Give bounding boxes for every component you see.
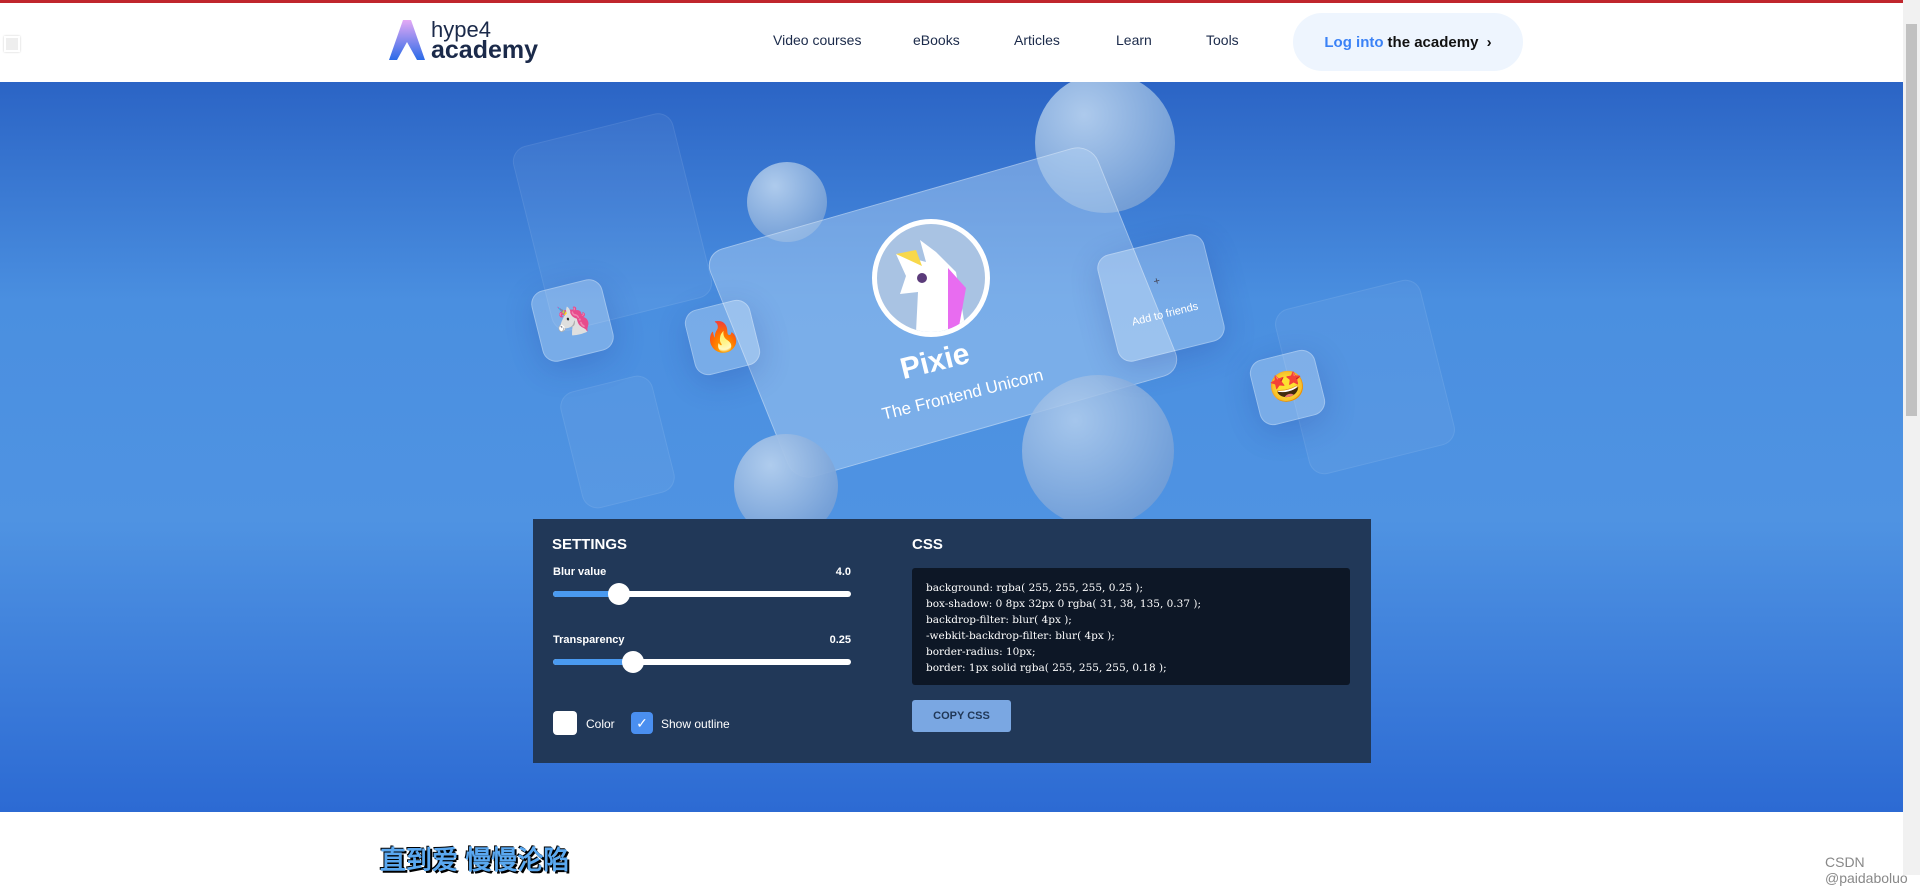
plus-icon: + (1152, 274, 1162, 289)
login-highlight: Log into (1324, 33, 1384, 51)
nav-ebooks[interactable]: eBooks (913, 32, 960, 48)
sphere (1022, 375, 1174, 527)
nav-articles[interactable]: Articles (1014, 32, 1060, 48)
css-code-line: border-radius: 10px; (926, 646, 1036, 658)
settings-panel: SETTINGS Blur value 4.0 Transparency 0.2… (533, 519, 1371, 763)
css-code-line: border: 1px solid rgba( 255, 255, 255, 0… (926, 662, 1167, 674)
show-outline-checkbox[interactable]: ✓ (631, 712, 653, 734)
settings-title: SETTINGS (552, 536, 628, 553)
css-code-block: background: rgba( 255, 255, 255, 0.25 );… (912, 568, 1350, 685)
logo-icon (389, 20, 425, 60)
transparency-value: 0.25 (829, 634, 851, 646)
add-to-friends-label: Add to friends (1130, 300, 1200, 329)
blur-label: Blur value (553, 566, 607, 578)
blur-slider-thumb[interactable] (607, 583, 630, 605)
css-code-line: -webkit-backdrop-filter: blur( 4px ); (926, 630, 1115, 642)
transparency-slider-thumb[interactable] (622, 651, 645, 673)
login-button[interactable]: Log into the academy › (1293, 13, 1523, 71)
color-checkbox[interactable] (553, 711, 577, 735)
footer-heading: 直到爱 慢慢沦陷 (380, 845, 570, 875)
css-title: CSS (912, 536, 943, 553)
color-label: Color (586, 717, 615, 731)
login-rest: the academy (1387, 33, 1479, 51)
scrollbar-thumb[interactable] (1906, 24, 1917, 416)
avatar (872, 219, 990, 337)
fire-icon: 🔥 (700, 316, 745, 359)
blur-slider[interactable] (553, 583, 851, 605)
transparency-slider-fill (553, 659, 634, 665)
star-eyes-icon: 🤩 (1265, 366, 1310, 409)
logo[interactable]: hype4 academy (389, 18, 539, 64)
nav-video-courses[interactable]: Video courses (773, 32, 861, 48)
blur-value: 4.0 (835, 566, 851, 578)
logo-text-bottom: academy (431, 36, 539, 64)
decor-card (556, 372, 679, 512)
css-code-line: box-shadow: 0 8px 32px 0 rgba( 31, 38, 1… (926, 598, 1201, 610)
page-widget[interactable] (4, 36, 20, 52)
show-outline-label: Show outline (661, 717, 730, 731)
check-icon: ✓ (636, 714, 648, 731)
unicorn-icon: 🦄 (550, 299, 595, 342)
nav-learn[interactable]: Learn (1116, 32, 1152, 48)
css-code-line: backdrop-filter: blur( 4px ); (926, 614, 1072, 626)
copy-css-button[interactable]: COPY CSS (912, 700, 1011, 732)
css-code-line: background: rgba( 255, 255, 255, 0.25 ); (926, 582, 1144, 594)
transparency-slider[interactable] (553, 651, 851, 673)
chevron-right-icon: › (1482, 33, 1492, 51)
nav-tools[interactable]: Tools (1206, 32, 1239, 48)
transparency-label: Transparency (553, 634, 625, 646)
unicorn-avatar-icon (896, 240, 966, 332)
